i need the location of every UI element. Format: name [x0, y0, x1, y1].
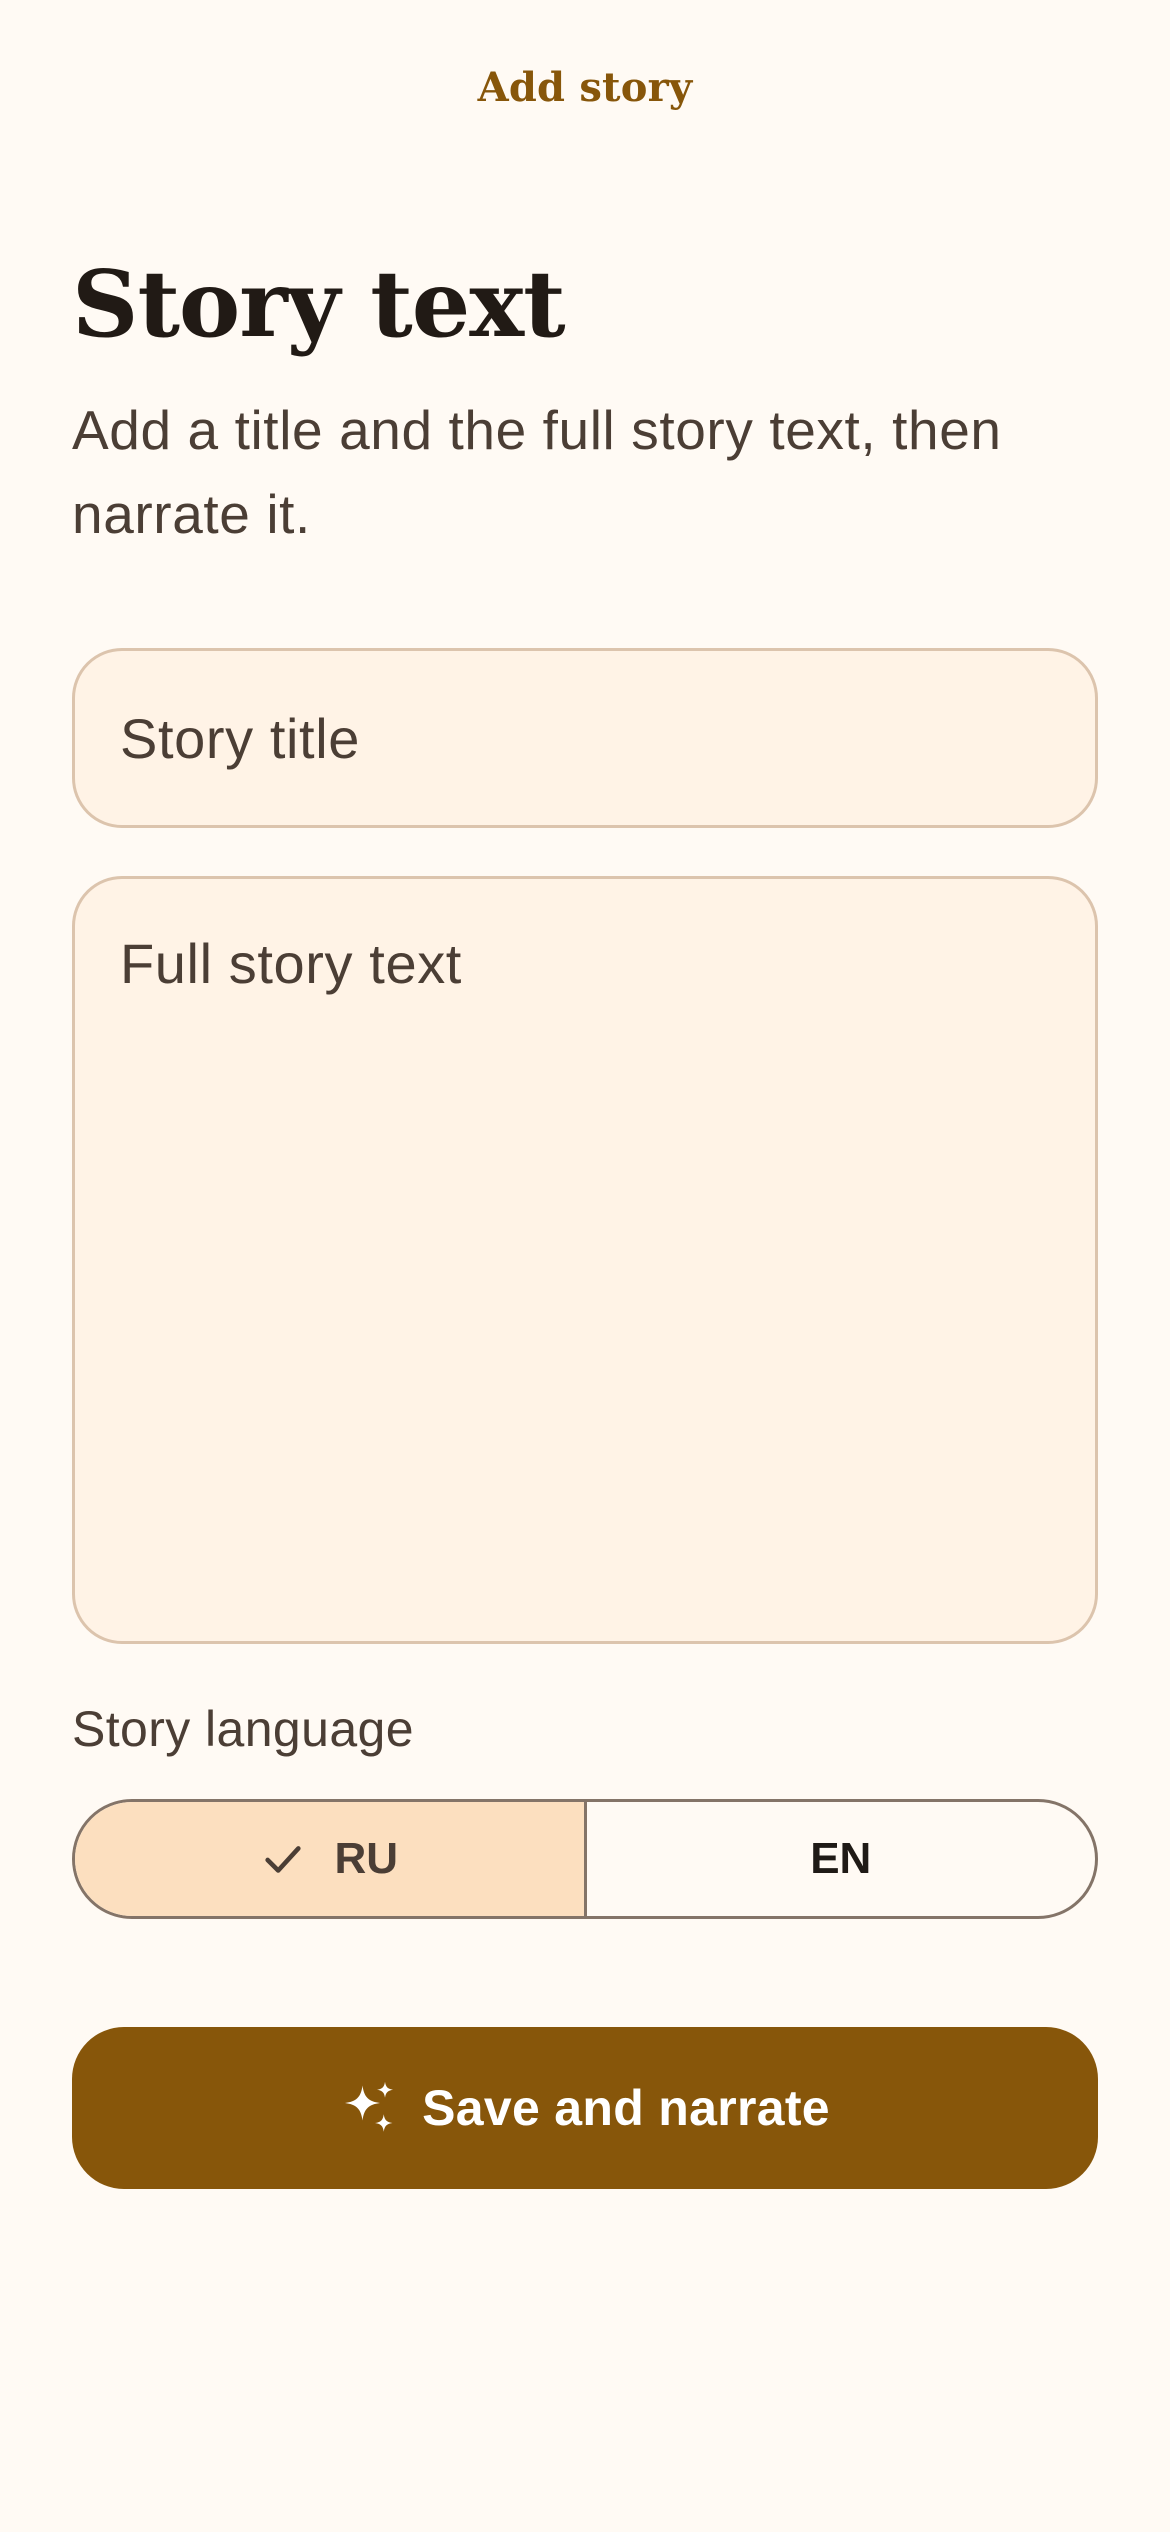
check-icon — [260, 1836, 306, 1882]
screen-title: Add story — [477, 64, 693, 111]
language-option-en-label: EN — [810, 1834, 872, 1883]
language-segmented-control: RU EN — [72, 1799, 1098, 1919]
page-heading: Story text — [72, 250, 566, 358]
sparkle-icon — [340, 2078, 400, 2138]
language-option-en[interactable]: EN — [587, 1802, 1096, 1916]
language-option-ru-label: RU — [334, 1834, 399, 1883]
story-text-area[interactable] — [72, 876, 1098, 1644]
save-and-narrate-label: Save and narrate — [422, 2080, 830, 2136]
story-title-input[interactable] — [72, 648, 1098, 828]
save-and-narrate-button[interactable]: Save and narrate — [72, 2027, 1098, 2189]
story-language-label: Story language — [72, 1701, 414, 1757]
top-bar: Add story — [0, 0, 1170, 175]
language-option-ru[interactable]: RU — [75, 1802, 587, 1916]
page-subtitle: Add a title and the full story text, the… — [72, 399, 1002, 545]
